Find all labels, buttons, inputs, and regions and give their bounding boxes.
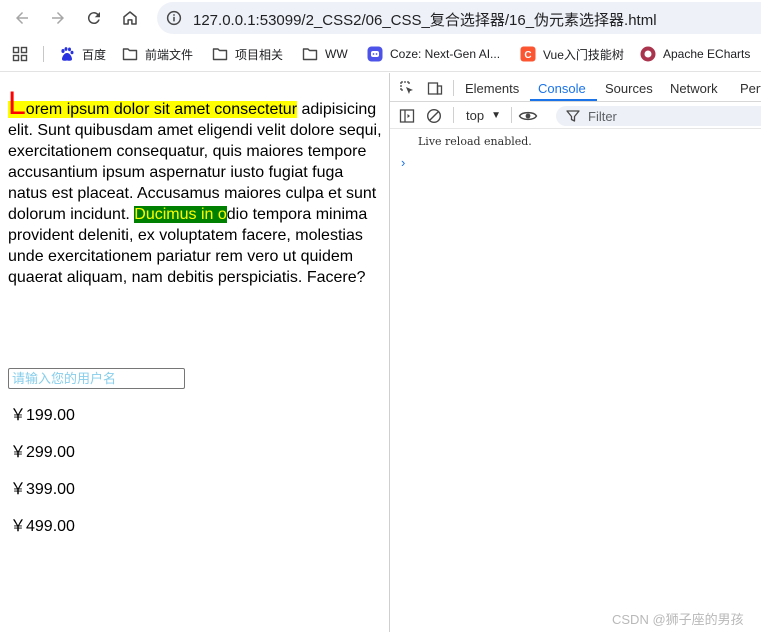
device-mode-icon: [427, 82, 443, 95]
page-viewport: Lorem ipsum dolor sit amet consectetur a…: [0, 73, 389, 632]
bookmark-vue[interactable]: C Vue入门技能树: [520, 45, 624, 63]
console-filter-input[interactable]: Filter: [556, 106, 761, 126]
first-letter: L: [8, 85, 26, 121]
csdn-watermark: CSDN @狮子座的男孩: [612, 612, 744, 627]
bookmark-label: Apache ECharts: [663, 47, 751, 61]
price-item: ￥299.00: [10, 444, 75, 461]
browser-toolbar: 127.0.0.1:53099/2_CSS2/06_CSS_复合选择器/16_伪…: [0, 0, 761, 36]
csdn-icon: C: [520, 46, 536, 62]
folder-icon: [302, 46, 318, 62]
tab-performance[interactable]: Perf: [740, 81, 761, 96]
bookmark-baidu[interactable]: 百度: [59, 45, 106, 63]
tab-console[interactable]: Console: [538, 81, 586, 96]
username-input[interactable]: [8, 368, 185, 389]
clear-console-button[interactable]: [424, 106, 444, 126]
price-item: ￥399.00: [10, 481, 75, 498]
arrow-right-icon: [52, 12, 64, 24]
tab-network[interactable]: Network: [670, 81, 718, 96]
bookmark-coze[interactable]: Coze: Next-Gen AI...: [367, 45, 500, 63]
console-message: Live reload enabled.: [418, 135, 532, 148]
console-toolbar: top ▼ Filter: [390, 102, 761, 129]
bookmark-label: 项目相关: [235, 47, 284, 62]
context-label: top: [466, 108, 485, 123]
folder-icon: [122, 46, 138, 62]
first-line-text: orem ipsum dolor sit amet consectetur: [25, 101, 298, 118]
paragraph-text-before: adipisicing elit. Sunt quibusdam amet el…: [8, 101, 382, 223]
bookmarks-separator: [43, 46, 44, 62]
baidu-paw-icon: [59, 46, 75, 62]
devtools-tabbar: Elements Console Sources Network Perf: [390, 73, 761, 102]
home-button[interactable]: [118, 6, 142, 30]
devtools-panel: Elements Console Sources Network Perf to…: [389, 73, 761, 632]
address-bar[interactable]: 127.0.0.1:53099/2_CSS2/06_CSS_复合选择器/16_伪…: [157, 2, 761, 34]
bookmark-echarts[interactable]: Apache ECharts: [640, 45, 750, 63]
svg-text:C: C: [524, 50, 531, 61]
bookmark-label: 前端文件: [145, 47, 194, 62]
live-expression-button[interactable]: [518, 106, 538, 126]
folder-icon: [212, 46, 228, 62]
home-icon: [123, 11, 137, 25]
bookmark-folder-frontend[interactable]: 前端文件: [122, 45, 193, 63]
toggle-sidebar-button[interactable]: [397, 106, 417, 126]
tab-separator: [453, 80, 454, 96]
clear-icon: [426, 108, 442, 124]
selected-text: Ducimus in o: [134, 206, 227, 223]
reload-button[interactable]: [82, 6, 106, 30]
eye-icon: [518, 111, 538, 121]
forward-button[interactable]: [46, 6, 70, 30]
bookmark-label: WW: [325, 47, 348, 61]
bookmark-label: Vue入门技能树: [543, 47, 624, 62]
price-item: ￥199.00: [10, 407, 75, 424]
bookmarks-bar: 百度 前端文件 项目相关 WW Coze: Next-Gen AI... C V…: [0, 36, 761, 72]
price-item: ￥499.00: [10, 518, 75, 535]
reload-icon: [87, 12, 100, 25]
site-info-icon[interactable]: [165, 9, 183, 27]
inspect-element-button[interactable]: [397, 78, 417, 98]
bookmark-label: 百度: [82, 47, 107, 62]
active-tab-indicator: [530, 99, 597, 101]
echarts-icon: [640, 46, 656, 62]
caret-down-icon: ▼: [491, 110, 501, 121]
tab-elements[interactable]: Elements: [465, 81, 519, 96]
filter-placeholder: Filter: [588, 108, 617, 124]
toolbar-separator: [511, 107, 512, 123]
first-line-highlight: Lorem ipsum dolor sit amet consectetur: [8, 87, 298, 119]
apps-button[interactable]: [12, 45, 35, 63]
bookmark-folder-ww[interactable]: WW: [302, 45, 348, 63]
context-selector[interactable]: top ▼: [466, 108, 501, 123]
lorem-paragraph: Lorem ipsum dolor sit amet consectetur a…: [8, 87, 384, 288]
console-prompt[interactable]: ›: [401, 155, 405, 170]
filter-funnel-icon: [566, 109, 580, 123]
tab-sources[interactable]: Sources: [605, 81, 653, 96]
bookmark-label: Coze: Next-Gen AI...: [390, 47, 501, 61]
bookmark-folder-projects[interactable]: 项目相关: [212, 45, 283, 63]
sidebar-icon: [399, 109, 415, 123]
apps-grid-icon: [12, 46, 28, 62]
toolbar-separator: [453, 107, 454, 123]
inspect-icon: [400, 81, 413, 94]
device-toolbar-button[interactable]: [425, 78, 445, 98]
back-button[interactable]: [10, 6, 34, 30]
coze-icon: [367, 46, 383, 62]
url-text: 127.0.0.1:53099/2_CSS2/06_CSS_复合选择器/16_伪…: [193, 12, 657, 29]
arrow-left-icon: [16, 12, 28, 24]
